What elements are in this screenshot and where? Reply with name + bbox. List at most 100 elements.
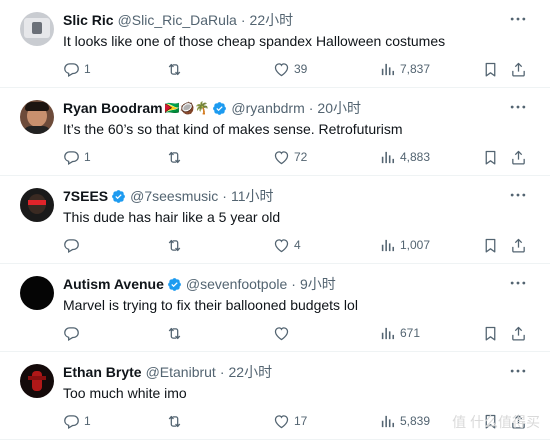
verified-badge-icon — [213, 101, 227, 115]
tweet[interactable]: Slic Ric @Slic_Ric_DaRula · 22小时 It look… — [0, 0, 550, 88]
retweet-icon — [168, 239, 181, 251]
watermark-text: 值 什么值得买 — [452, 414, 540, 430]
retweet-icon — [168, 63, 181, 75]
bookmark-icon — [485, 238, 496, 253]
share-button[interactable] — [510, 235, 527, 255]
more-options-icon[interactable] — [508, 273, 528, 293]
verified-badge-icon — [167, 277, 181, 291]
reply-icon — [64, 326, 79, 341]
retweet-button[interactable] — [166, 411, 187, 431]
timestamp[interactable]: 22小时 — [250, 11, 294, 29]
author-handle[interactable]: @Slic_Ric_DaRula — [118, 11, 237, 29]
retweet-button[interactable] — [166, 235, 187, 255]
view-count: 671 — [400, 326, 421, 340]
view-count: 4,883 — [400, 150, 431, 164]
like-count: 39 — [294, 62, 308, 76]
tweet-text: It looks like one of those cheap spandex… — [63, 33, 446, 49]
avatar[interactable] — [20, 364, 54, 398]
retweet-button[interactable] — [166, 59, 187, 79]
tweet-text: This dude has hair like a 5 year old — [63, 209, 281, 225]
views-button[interactable]: 5,839 — [379, 411, 430, 431]
verified-badge-icon — [112, 189, 126, 203]
views-chart-icon — [381, 151, 395, 163]
heart-icon — [274, 150, 289, 164]
separator-dot: · — [222, 188, 227, 204]
views-button[interactable]: 671 — [379, 323, 420, 343]
bookmark-button[interactable] — [482, 323, 499, 343]
views-chart-icon — [381, 327, 395, 339]
more-options-icon[interactable] — [508, 361, 528, 381]
tweet-actions: 671 — [0, 323, 550, 343]
share-button[interactable] — [510, 323, 527, 343]
more-options-icon[interactable] — [508, 97, 528, 117]
tweet-actions: 1 39 7,837 — [0, 59, 550, 79]
view-count: 1,007 — [400, 238, 431, 252]
like-count: 72 — [294, 150, 308, 164]
author-name[interactable]: 7SEES — [63, 187, 108, 205]
reply-icon — [64, 62, 79, 77]
views-chart-icon — [381, 239, 395, 251]
tweet-header: 7SEES @7seesmusic · 11小时 — [63, 187, 274, 205]
reply-icon — [64, 150, 79, 165]
reply-button[interactable]: 1 — [63, 411, 91, 431]
tweet-header: Autism Avenue @sevenfootpole · 9小时 — [63, 275, 336, 293]
reply-icon — [64, 238, 79, 253]
author-name[interactable]: Autism Avenue — [63, 275, 164, 293]
view-count: 5,839 — [400, 414, 431, 428]
retweet-icon — [168, 327, 181, 339]
retweet-button[interactable] — [166, 323, 187, 343]
more-options-icon[interactable] — [508, 185, 528, 205]
heart-icon — [274, 326, 289, 340]
share-button[interactable] — [510, 147, 527, 167]
reply-button[interactable] — [63, 235, 84, 255]
reply-count: 1 — [84, 150, 91, 164]
separator-dot: · — [308, 100, 314, 116]
timestamp[interactable]: 20小时 — [317, 99, 361, 117]
retweet-button[interactable] — [166, 147, 187, 167]
views-button[interactable]: 4,883 — [379, 147, 430, 167]
bookmark-button[interactable] — [482, 235, 499, 255]
tweet-text: It’s the 60’s so that kind of makes sens… — [63, 121, 403, 137]
watermark: 值 什么值得买 — [452, 412, 540, 432]
like-button[interactable]: 72 — [273, 147, 307, 167]
like-button[interactable] — [273, 323, 294, 343]
bookmark-button[interactable] — [482, 147, 499, 167]
author-handle[interactable]: @7seesmusic — [130, 187, 218, 205]
timestamp[interactable]: 11小时 — [231, 187, 274, 205]
avatar[interactable] — [20, 100, 54, 134]
author-name[interactable]: Slic Ric — [63, 11, 114, 29]
author-handle[interactable]: @sevenfootpole — [186, 275, 287, 293]
tweet-text: Marvel is trying to fix their ballooned … — [63, 297, 358, 313]
author-handle[interactable]: @Etanibrut — [146, 363, 216, 381]
author-handle[interactable]: @ryanbdrm — [231, 99, 304, 117]
tweet-text: Too much white imo — [63, 385, 187, 401]
reply-icon — [64, 414, 79, 429]
share-icon — [512, 326, 525, 341]
more-options-icon[interactable] — [508, 9, 528, 29]
timestamp[interactable]: 9小时 — [300, 275, 336, 293]
author-name[interactable]: Ryan Boodram — [63, 99, 163, 117]
heart-icon — [274, 62, 289, 76]
timestamp[interactable]: 22小时 — [229, 363, 273, 381]
views-button[interactable]: 1,007 — [379, 235, 430, 255]
tweet-header: Slic Ric @Slic_Ric_DaRula · 22小时 — [63, 11, 293, 29]
reply-button[interactable]: 1 — [63, 59, 91, 79]
tweet[interactable]: 7SEES @7seesmusic · 11小时 This dude has h… — [0, 176, 550, 264]
author-name[interactable]: Ethan Bryte — [63, 363, 142, 381]
bookmark-icon — [485, 62, 496, 77]
share-button[interactable] — [510, 59, 527, 79]
bookmark-button[interactable] — [482, 59, 499, 79]
tweet-header: Ethan Bryte @Etanibrut · 22小时 — [63, 363, 272, 381]
avatar[interactable] — [20, 12, 54, 46]
like-button[interactable]: 39 — [273, 59, 307, 79]
tweet[interactable]: Ryan Boodram 🇬🇾🥥🌴 @ryanbdrm · 20小时 It’s … — [0, 88, 550, 176]
avatar[interactable] — [20, 188, 54, 222]
reply-button[interactable] — [63, 323, 84, 343]
views-button[interactable]: 7,837 — [379, 59, 430, 79]
reply-button[interactable]: 1 — [63, 147, 91, 167]
tweet[interactable]: Autism Avenue @sevenfootpole · 9小时 Marve… — [0, 264, 550, 352]
like-button[interactable]: 17 — [273, 411, 307, 431]
avatar[interactable] — [20, 276, 54, 310]
like-button[interactable]: 4 — [273, 235, 301, 255]
bookmark-icon — [485, 326, 496, 341]
